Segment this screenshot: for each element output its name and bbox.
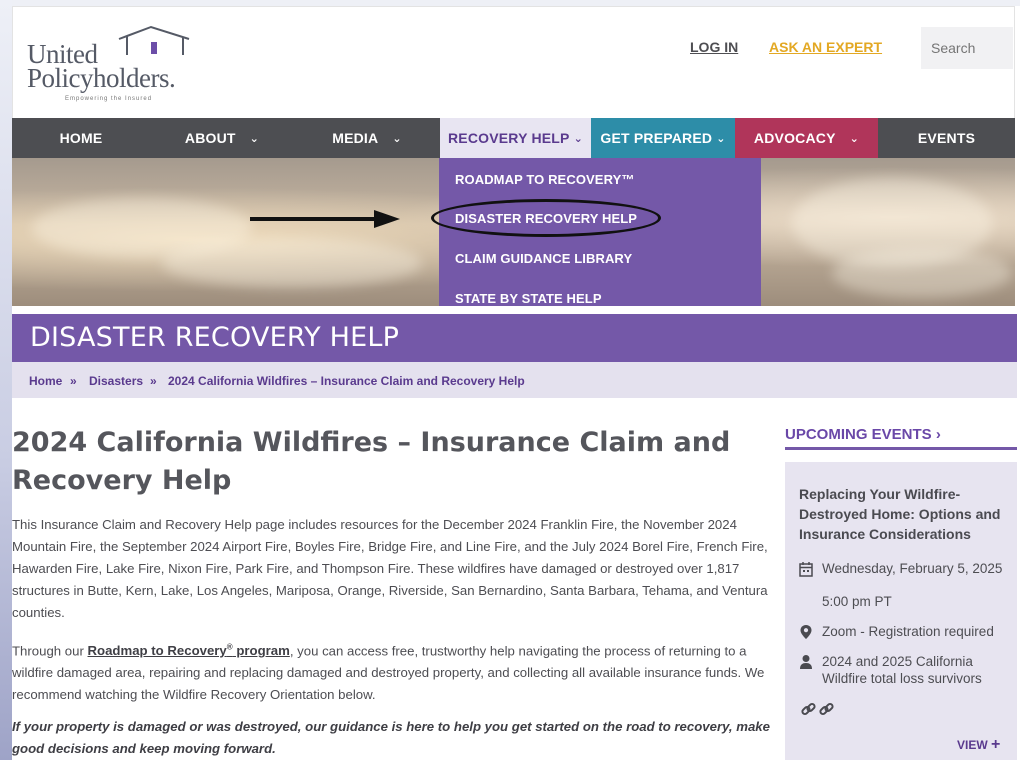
nav-get-prepared-label: GET PREPARED bbox=[600, 130, 713, 146]
article-paragraph-2: Through our Roadmap to Recovery® program… bbox=[12, 637, 772, 706]
nav-about[interactable]: ABOUT ⌄ bbox=[150, 118, 294, 158]
house-logo-icon bbox=[118, 25, 190, 55]
nav-events-label: EVENTS bbox=[917, 130, 976, 146]
chevron-down-icon: ⌄ bbox=[249, 132, 260, 145]
article-title: 2024 California Wildfires – Insurance Cl… bbox=[12, 427, 731, 496]
event-location: Zoom - Registration required bbox=[822, 624, 994, 639]
chevron-right-icon: › bbox=[935, 426, 941, 443]
nav-recovery-help[interactable]: RECOVERY HELP ⌄ bbox=[440, 118, 591, 158]
logo[interactable]: United Policyholders. Empowering the Ins… bbox=[27, 25, 227, 105]
nav-advocacy-label: ADVOCACY bbox=[753, 130, 836, 146]
logo-tagline: Empowering the Insured bbox=[65, 96, 153, 102]
event-location-row: Zoom - Registration required bbox=[799, 623, 1009, 643]
map-pin-icon bbox=[800, 625, 812, 639]
nav-media[interactable]: MEDIA ⌄ bbox=[294, 118, 440, 158]
event-time: 5:00 pm PT bbox=[822, 594, 892, 609]
upcoming-events-label: UPCOMING EVENTS bbox=[785, 426, 932, 443]
logo-text-policyholders: Policyholders. bbox=[27, 63, 176, 93]
para2-prefix: Through our bbox=[12, 643, 88, 659]
dropdown-item-state-by-state[interactable]: STATE BY STATE HELP bbox=[455, 291, 602, 306]
nav-advocacy[interactable]: ADVOCACY ⌄ bbox=[735, 118, 878, 158]
login-link[interactable]: LOG IN bbox=[690, 39, 738, 55]
left-edge bbox=[0, 0, 12, 760]
main-nav: HOME ABOUT ⌄ MEDIA ⌄ RECOVERY HELP ⌄ GET… bbox=[12, 118, 1015, 158]
breadcrumb-disasters[interactable]: Disasters bbox=[89, 374, 143, 388]
upcoming-events-heading[interactable]: UPCOMING EVENTS › bbox=[785, 426, 941, 443]
arrow-right-icon bbox=[250, 210, 400, 228]
nav-home[interactable]: HOME bbox=[12, 118, 150, 158]
event-card: Replacing Your Wildfire-Destroyed Home: … bbox=[785, 462, 1017, 760]
dropdown-item-roadmap[interactable]: ROADMAP TO RECOVERY™ bbox=[455, 172, 634, 187]
breadcrumb-current: 2024 California Wildfires – Insurance Cl… bbox=[168, 374, 525, 388]
nav-home-label: HOME bbox=[59, 130, 103, 146]
chevron-down-icon: ⌄ bbox=[716, 132, 726, 145]
banner-title: DISASTER RECOVERY HELP bbox=[30, 322, 400, 353]
event-audience: 2024 and 2025 California Wildfire total … bbox=[822, 654, 982, 686]
nav-about-label: ABOUT bbox=[184, 130, 236, 146]
view-button[interactable]: VIEW + bbox=[957, 736, 1000, 754]
breadcrumb-home[interactable]: Home bbox=[29, 374, 62, 388]
nav-get-prepared[interactable]: GET PREPARED ⌄ bbox=[591, 118, 735, 158]
ask-an-expert-link[interactable]: ASK AN EXPERT bbox=[769, 39, 882, 55]
page-banner: DISASTER RECOVERY HELP bbox=[12, 314, 1017, 362]
breadcrumb-separator: » bbox=[150, 374, 157, 388]
chevron-down-icon: ⌄ bbox=[392, 132, 402, 145]
highlight-ellipse bbox=[431, 199, 661, 237]
program-link-text: program bbox=[232, 643, 290, 659]
chevron-down-icon: ⌄ bbox=[573, 132, 584, 145]
calendar-icon bbox=[799, 562, 813, 577]
search-input[interactable] bbox=[921, 27, 1013, 69]
view-label: VIEW bbox=[957, 738, 988, 752]
link-icon bbox=[801, 702, 834, 716]
nav-events[interactable]: EVENTS bbox=[878, 118, 1015, 158]
event-title[interactable]: Replacing Your Wildfire-Destroyed Home: … bbox=[799, 484, 1009, 544]
heading-underline bbox=[785, 447, 1017, 450]
nav-media-label: MEDIA bbox=[332, 130, 379, 146]
event-date-row: Wednesday, February 5, 2025 5:00 pm PT bbox=[799, 560, 1009, 610]
event-date: Wednesday, February 5, 2025 bbox=[822, 561, 1003, 576]
plus-icon: + bbox=[991, 736, 1001, 753]
roadmap-link-text: Roadmap to Recovery bbox=[87, 643, 227, 659]
recovery-help-dropdown: ROADMAP TO RECOVERY™ DISASTER RECOVERY H… bbox=[431, 158, 761, 306]
breadcrumb-separator: » bbox=[70, 374, 77, 388]
chevron-down-icon: ⌄ bbox=[849, 132, 860, 145]
site-header: United Policyholders. Empowering the Ins… bbox=[12, 6, 1015, 118]
breadcrumb: Home » Disasters » 2024 California Wildf… bbox=[12, 362, 1017, 398]
article-paragraph-3: If your property is damaged or was destr… bbox=[12, 719, 770, 756]
link-icons[interactable] bbox=[801, 702, 837, 721]
dropdown-item-claim-guidance[interactable]: CLAIM GUIDANCE LIBRARY bbox=[455, 251, 632, 266]
event-audience-row: 2024 and 2025 California Wildfire total … bbox=[799, 653, 1009, 689]
nav-recovery-help-label: RECOVERY HELP bbox=[447, 130, 570, 146]
person-icon bbox=[800, 655, 812, 669]
roadmap-to-recovery-link[interactable]: Roadmap to Recovery® program bbox=[88, 643, 290, 658]
article-paragraph-1: This Insurance Claim and Recovery Help p… bbox=[12, 517, 768, 620]
